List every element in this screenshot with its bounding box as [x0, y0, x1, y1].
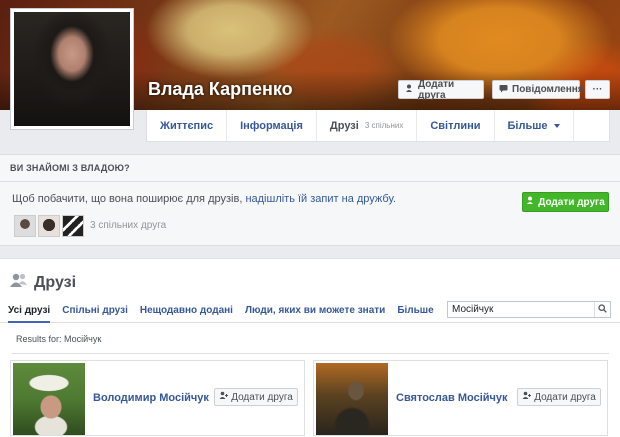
- friends-search: [447, 301, 611, 318]
- tab-recently-added[interactable]: Нещодавно додані: [140, 299, 233, 323]
- friends-title-label: Друзі: [34, 273, 77, 291]
- friends-search-input[interactable]: [448, 302, 594, 317]
- friend-card: Святослав Мосійчук Додати друга: [313, 360, 608, 436]
- tab-mutual-friends[interactable]: Спільні друзі: [62, 299, 128, 323]
- search-button[interactable]: [594, 302, 610, 317]
- tab-friends-label: Друзі: [329, 119, 359, 132]
- mutual-friend-avatar[interactable]: [38, 215, 60, 237]
- more-options-button[interactable]: ···: [585, 80, 610, 99]
- tab-friends[interactable]: Друзі 3 спільних: [317, 110, 418, 141]
- caret-down-icon: [553, 123, 560, 128]
- know-text-body: Щоб побачити, що вона поширює для друзів…: [12, 193, 246, 205]
- message-button[interactable]: Повідомлення: [492, 80, 584, 99]
- know-heading: ВИ ЗНАЙОМІ З ВЛАДОЮ?: [0, 155, 620, 182]
- friend-name[interactable]: Святослав Мосійчук: [396, 392, 508, 404]
- results-for-text: Results for: Мосійчук: [16, 334, 102, 344]
- search-icon: [598, 303, 607, 316]
- divider: [12, 353, 609, 354]
- friends-section: Друзі Усі друзі Спільні друзі Нещодавно …: [0, 258, 620, 437]
- add-friend-icon: [522, 391, 532, 403]
- friend-add-button[interactable]: Додати друга: [517, 388, 601, 406]
- tab-timeline-label: Життєпис: [160, 119, 214, 132]
- tab-friends-count: 3 спільних: [364, 121, 404, 130]
- friend-card: Володимир Мосійчук Додати друга: [10, 360, 305, 436]
- friends-title: Друзі: [10, 273, 76, 292]
- tab-more-label: Більше: [507, 119, 548, 132]
- friends-icon: [10, 273, 28, 292]
- profile-tabs: Життєпис Інформація Друзі 3 спільних Сві…: [146, 110, 610, 142]
- more-dots-icon: ···: [592, 84, 603, 95]
- tab-timeline[interactable]: Життєпис: [147, 110, 228, 141]
- message-icon: [499, 84, 508, 96]
- friend-avatar[interactable]: [13, 363, 85, 435]
- friend-add-label: Додати друга: [534, 391, 596, 403]
- add-friend-icon: [526, 196, 534, 208]
- add-friend-green-button[interactable]: Додати друга: [522, 192, 609, 212]
- profile-name[interactable]: Влада Карпенко: [148, 79, 293, 100]
- friend-avatar[interactable]: [316, 363, 388, 435]
- add-friend-button[interactable]: Додати друга: [398, 78, 484, 101]
- tab-photos[interactable]: Світлини: [417, 110, 495, 141]
- message-label: Повідомлення: [512, 84, 584, 95]
- tab-all-friends[interactable]: Усі друзі: [8, 299, 51, 323]
- friend-add-label: Додати друга: [231, 391, 293, 403]
- mutual-friends-count[interactable]: 3 спільних друга: [90, 220, 166, 231]
- tab-about[interactable]: Інформація: [227, 110, 317, 141]
- tab-more[interactable]: Більше: [495, 110, 574, 141]
- add-friend-label: Додати друга: [418, 78, 455, 101]
- profile-photo: [14, 12, 130, 126]
- tab-photos-label: Світлини: [430, 119, 481, 132]
- add-friend-icon: [219, 391, 229, 403]
- mutual-friend-avatar[interactable]: [14, 215, 36, 237]
- profile-picture[interactable]: [10, 8, 134, 130]
- add-friend-green-label: Додати друга: [538, 196, 605, 208]
- send-request-link[interactable]: надішліть їй запит на дружбу.: [245, 193, 395, 205]
- friend-add-button[interactable]: Додати друга: [214, 388, 298, 406]
- mutual-friend-avatar[interactable]: [62, 215, 84, 237]
- know-text: Щоб побачити, що вона поширює для друзів…: [12, 193, 396, 205]
- friend-name[interactable]: Володимир Мосійчук: [93, 392, 209, 404]
- tab-about-label: Інформація: [240, 119, 303, 132]
- tab-people-you-may-know[interactable]: Люди, яких ви можете знати: [245, 299, 385, 323]
- tab-friends-more[interactable]: Більше: [397, 299, 433, 323]
- mutual-friends-pics: [14, 215, 84, 237]
- add-friend-icon: [405, 84, 414, 96]
